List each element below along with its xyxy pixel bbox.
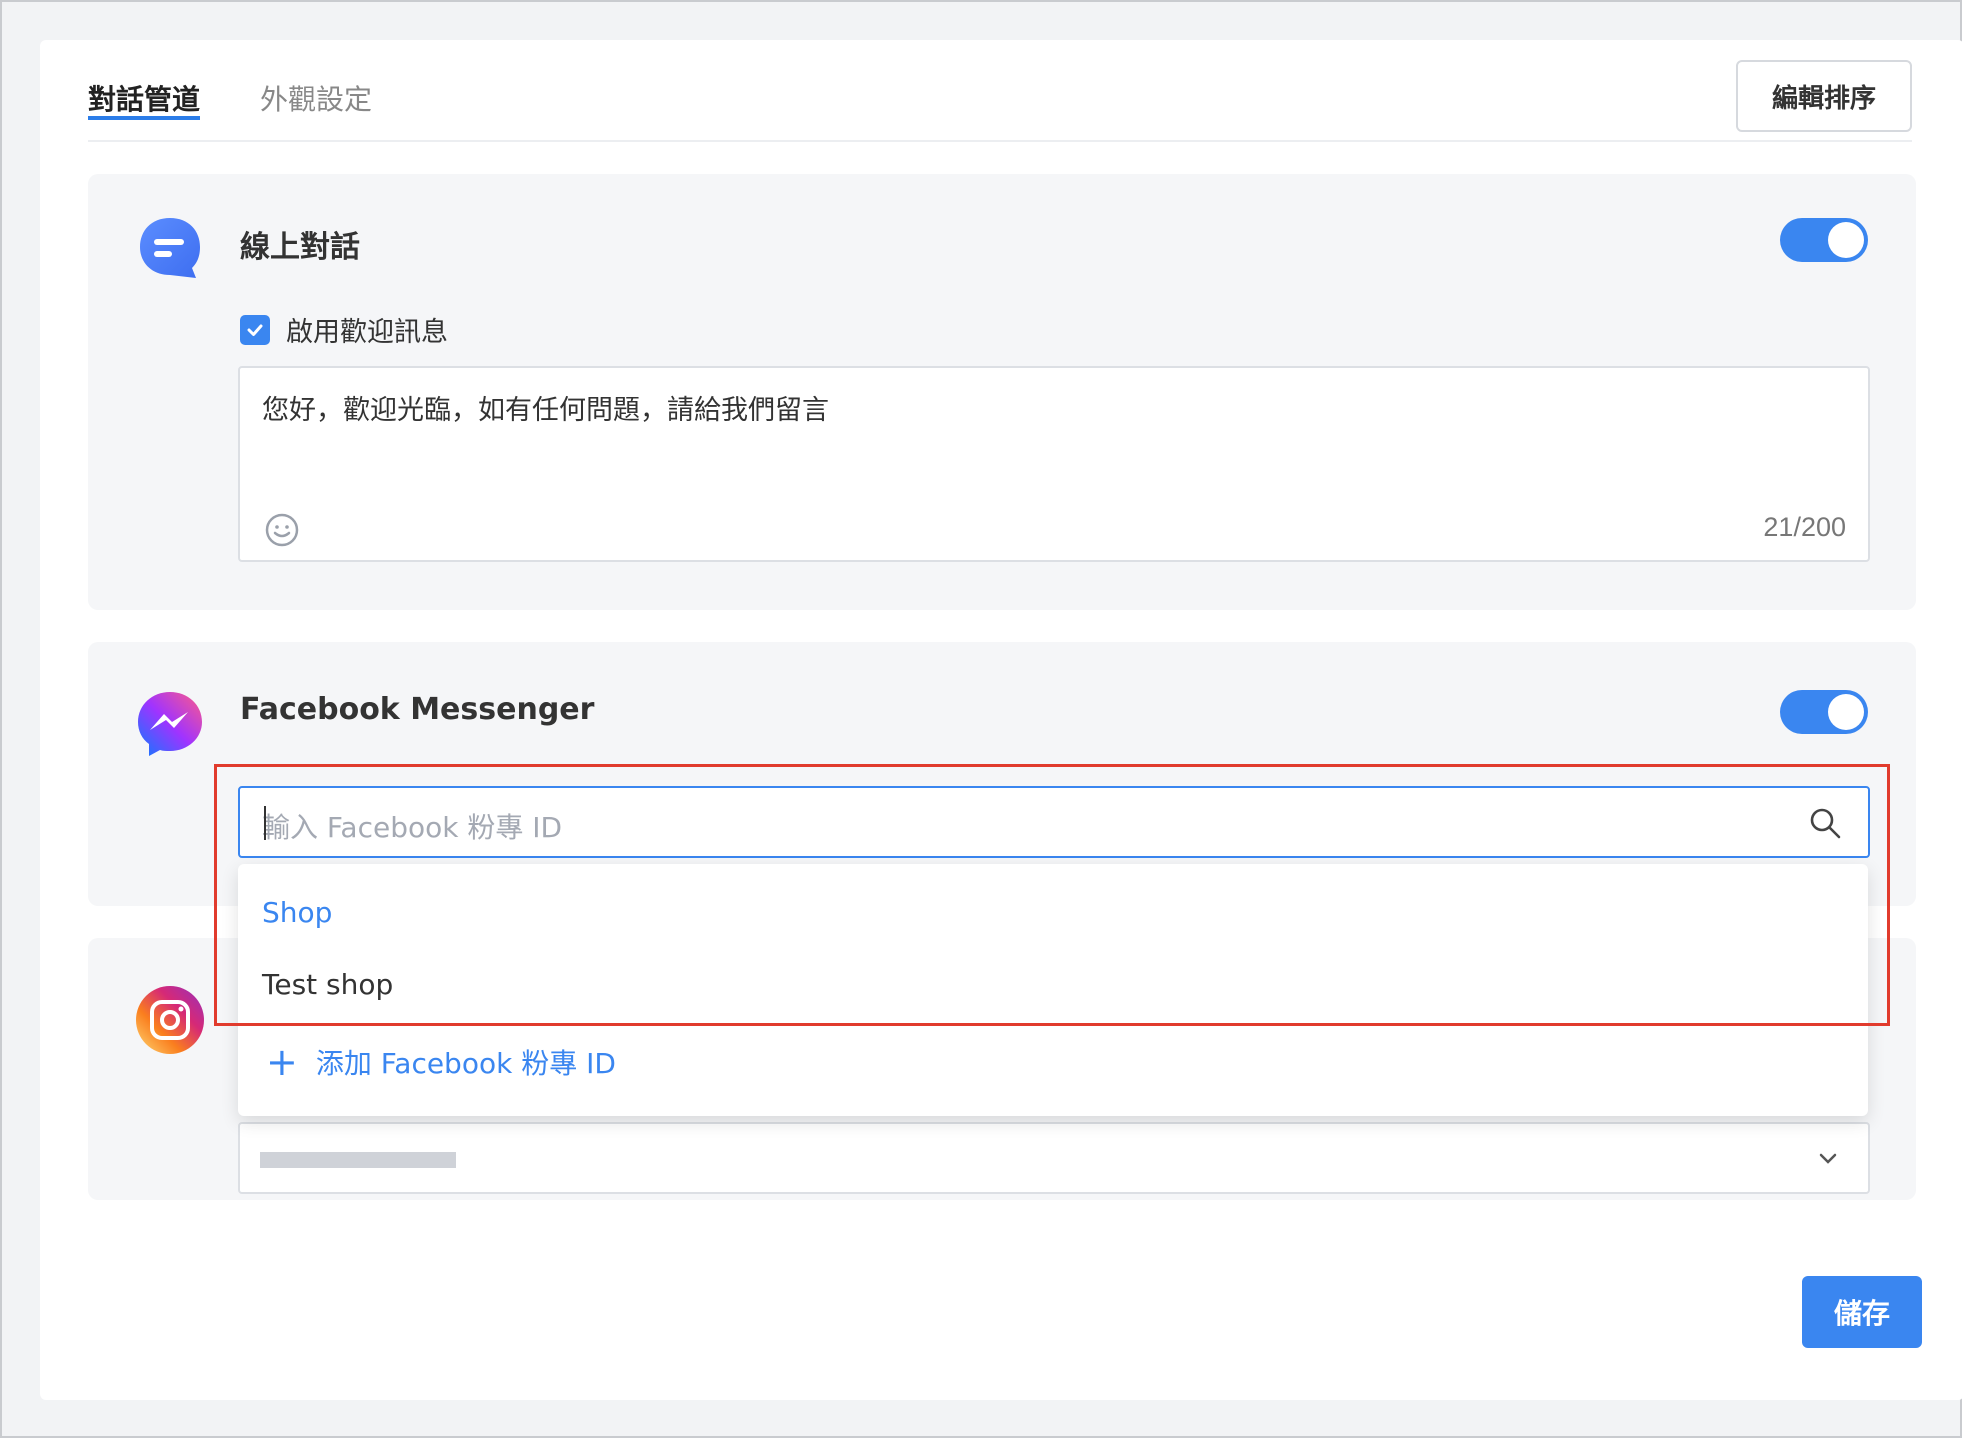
live-chat-title: 線上對話 bbox=[240, 230, 360, 265]
emoji-icon[interactable] bbox=[264, 512, 300, 548]
redacted-value bbox=[260, 1152, 456, 1168]
save-button[interactable]: 儲存 bbox=[1802, 1276, 1922, 1348]
toggle-knob bbox=[1828, 694, 1864, 730]
chevron-down-icon bbox=[1819, 1153, 1837, 1164]
tab-channels-label: 對話管道 bbox=[88, 83, 201, 116]
tab-channels[interactable]: 對話管道 bbox=[88, 78, 201, 120]
char-counter: 21/200 bbox=[1763, 512, 1846, 542]
welcome-checkbox-row[interactable]: 啟用歡迎訊息 bbox=[240, 310, 448, 349]
welcome-message-text: 您好，歡迎光臨，如有任何問題，請給我們留言 bbox=[262, 395, 829, 426]
active-tab-indicator bbox=[88, 116, 200, 120]
toggle-knob bbox=[1828, 222, 1864, 258]
tab-appearance[interactable]: 外觀設定 bbox=[260, 78, 372, 118]
edit-sort-button[interactable]: 編輯排序 bbox=[1736, 60, 1912, 132]
settings-card: 對話管道 外觀設定 編輯排序 線上對話 啟用歡迎訊息 您好，歡迎光臨，如有任何問… bbox=[40, 40, 1962, 1400]
facebook-toggle[interactable] bbox=[1780, 690, 1868, 734]
tab-appearance-label: 外觀設定 bbox=[260, 83, 373, 116]
welcome-message-textarea[interactable]: 您好，歡迎光臨，如有任何問題，請給我們留言 21/200 bbox=[238, 366, 1870, 562]
plus-icon: + bbox=[266, 1040, 298, 1084]
check-icon bbox=[247, 324, 263, 336]
instagram-icon bbox=[136, 986, 204, 1054]
add-facebook-page-label: 添加 Facebook 粉專 ID bbox=[315, 1047, 616, 1080]
instagram-account-select[interactable] bbox=[238, 1122, 1870, 1194]
tab-bar: 對話管道 外觀設定 編輯排序 bbox=[88, 40, 1912, 142]
live-chat-toggle[interactable] bbox=[1780, 218, 1868, 262]
highlight-box bbox=[214, 764, 1890, 1026]
facebook-title: Facebook Messenger bbox=[240, 692, 595, 727]
app-frame: 對話管道 外觀設定 編輯排序 線上對話 啟用歡迎訊息 您好，歡迎光臨，如有任何問… bbox=[0, 0, 1962, 1438]
welcome-checkbox[interactable] bbox=[240, 314, 270, 345]
welcome-checkbox-label: 啟用歡迎訊息 bbox=[286, 317, 448, 348]
live-chat-panel: 線上對話 啟用歡迎訊息 您好，歡迎光臨，如有任何問題，請給我們留言 21/200 bbox=[88, 174, 1916, 610]
messenger-icon bbox=[138, 692, 202, 756]
add-facebook-page-button[interactable]: + 添加 Facebook 粉專 ID bbox=[266, 1042, 616, 1082]
chat-bubble-icon bbox=[140, 218, 200, 278]
